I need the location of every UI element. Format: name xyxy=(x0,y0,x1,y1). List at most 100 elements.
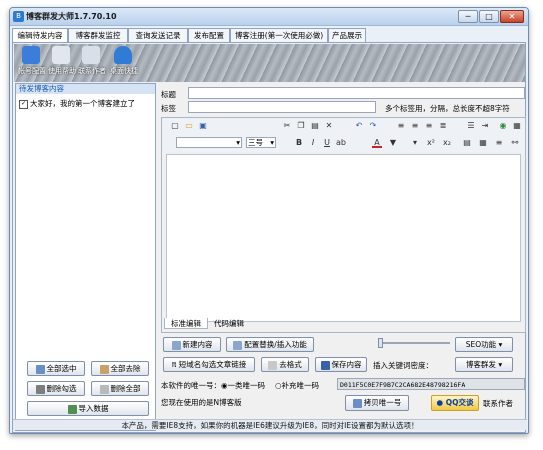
tab-send-monitor[interactable]: 博客群发监控 xyxy=(68,28,128,42)
delete-icon[interactable]: ✕ xyxy=(324,121,334,131)
hr-icon[interactable]: ≡ xyxy=(494,138,504,148)
contact-author-toolbar-button[interactable]: 联系作者 xyxy=(78,46,106,76)
list-item[interactable]: ✓ 大家好，我的第一个博客建立了 xyxy=(19,98,135,109)
tab-content: 帐号配置 使用帮助 联系作者 桌面快捷 待发博客内容 ✓ 大家好，我的第一个博客建… xyxy=(12,42,527,433)
blog-send-button[interactable]: 博客群发 ▾ xyxy=(455,357,513,372)
select-all-icon xyxy=(35,364,45,374)
indent-icon[interactable]: ⇥ xyxy=(480,121,490,131)
globe-icon[interactable]: ◉ xyxy=(498,121,508,131)
paste-icon[interactable]: ▤ xyxy=(310,121,320,131)
align-left-icon[interactable]: ≡ xyxy=(396,121,406,131)
remove-format-button[interactable]: 去格式 xyxy=(261,357,309,372)
seo-button[interactable]: SEO功能 ▾ xyxy=(455,337,513,352)
account-config-icon xyxy=(22,46,40,64)
bold-icon[interactable]: B xyxy=(294,138,304,148)
help-button[interactable]: 使用帮助 xyxy=(48,46,76,76)
tab-blog-register[interactable]: 博客注册(第一次使用必做) xyxy=(230,28,328,42)
align-center-icon[interactable]: ≡ xyxy=(410,121,420,131)
toolstrip: 帐号配置 使用帮助 联系作者 桌面快捷 xyxy=(14,44,525,82)
desktop-shortcut-button[interactable]: 桌面快捷 xyxy=(110,46,138,76)
checkbox[interactable]: ✓ xyxy=(19,99,28,109)
chevron-down-icon: ▾ xyxy=(498,360,503,369)
list-icon[interactable]: ☰ xyxy=(466,121,476,131)
main-window: B 博客群发大师1.7.70.10 ─ □ ✕ 编辑待发内容 博客群发监控 查询… xyxy=(9,7,529,434)
title-label: 标题 xyxy=(161,90,176,99)
version-note: 您现在使用的是N博客版 xyxy=(161,398,242,407)
license-option-2[interactable]: ○补充唯一码 xyxy=(275,380,319,391)
save-content-button[interactable]: 保存内容 xyxy=(315,357,367,372)
open-folder-icon[interactable]: ▭ xyxy=(184,121,194,131)
help-book-icon xyxy=(52,46,70,64)
align-right-icon[interactable]: ≡ xyxy=(424,121,434,131)
window-title: 博客群发大师1.7.70.10 xyxy=(26,12,117,21)
tab-edit-content[interactable]: 编辑待发内容 xyxy=(12,28,68,43)
remove-all-icon xyxy=(99,364,109,374)
contact-author-link[interactable]: 联系作者 xyxy=(483,398,513,409)
keyword-density-slider-track[interactable] xyxy=(378,342,450,344)
image-icon[interactable]: ▦ xyxy=(512,121,522,131)
title-input[interactable] xyxy=(188,87,525,99)
editor-content-area[interactable] xyxy=(166,154,521,322)
subscript-icon[interactable]: x₂ xyxy=(442,138,452,148)
tab-publish-config[interactable]: 发布配置 xyxy=(188,28,230,42)
cut-icon[interactable]: ✂ xyxy=(282,121,292,131)
editor-toolbar: ▢ ▭ ▣ ✂ ❐ ▤ ✕ ↶ ↷ ≡ ≡ ≡ ≣ ☰ ⇥ ◉ ▦ ▾ 三号▾ xyxy=(162,118,525,152)
keyword-density-slider-handle[interactable] xyxy=(378,338,383,348)
tab-code-edit[interactable]: 代码编辑 xyxy=(209,318,249,329)
font-name-select[interactable]: ▾ xyxy=(176,137,242,148)
license-option-1[interactable]: ◉一类唯一码 xyxy=(221,380,265,391)
rich-text-editor: ▢ ▭ ▣ ✂ ❐ ▤ ✕ ↶ ↷ ≡ ≡ ≡ ≣ ☰ ⇥ ◉ ▦ ▾ 三号▾ xyxy=(161,117,526,333)
qq-penguin-icon: ● xyxy=(436,398,444,407)
pending-blog-list: 待发博客内容 ✓ 大家好，我的第一个博客建立了 xyxy=(15,83,156,431)
tab-product-show[interactable]: 产品展示 xyxy=(328,28,366,42)
qq-chat-button[interactable]: ● QQ交谈 xyxy=(431,395,479,411)
remove-all-button[interactable]: 全部去除 xyxy=(91,361,149,376)
save-icon xyxy=(320,360,330,370)
account-config-button[interactable]: 帐号配置 xyxy=(18,46,46,76)
delete-checked-button[interactable]: 删除勾选 xyxy=(27,381,85,396)
import-data-button[interactable]: 导入数据 xyxy=(27,401,149,416)
tab-design-edit[interactable]: 标准编辑 xyxy=(164,318,208,329)
close-button[interactable]: ✕ xyxy=(500,10,524,23)
dropdown-arrow-icon[interactable]: ▾ xyxy=(410,138,420,148)
delete-all-button[interactable]: 删除全部 xyxy=(91,381,149,396)
desktop-shortcut-icon xyxy=(114,46,132,64)
new-content-button[interactable]: 新建内容 xyxy=(163,337,221,352)
title-bar[interactable]: B 博客群发大师1.7.70.10 ─ □ ✕ xyxy=(10,8,528,26)
font-color-icon[interactable]: A xyxy=(372,138,382,148)
redo-icon[interactable]: ↷ xyxy=(368,121,378,131)
contact-author-icon xyxy=(82,46,100,64)
chevron-down-icon: ▾ xyxy=(498,340,503,349)
font-size-select[interactable]: 三号 ▾ xyxy=(246,137,276,148)
copy-license-button[interactable]: 拷贝唯一号 xyxy=(345,395,409,411)
minimize-button[interactable]: ─ xyxy=(458,10,478,23)
delete-checked-icon xyxy=(35,384,45,394)
config-replace-button[interactable]: 配置替换/插入功能 xyxy=(226,337,314,352)
insert-symbol-icon[interactable]: ▤ xyxy=(462,138,472,148)
config-replace-icon xyxy=(233,340,243,350)
italic-icon[interactable]: I xyxy=(308,138,318,148)
tags-input[interactable] xyxy=(188,101,376,113)
short-link-button[interactable]: π 短域名勾选文章链接 xyxy=(163,357,255,372)
highlight-icon[interactable]: ▼ xyxy=(388,138,398,148)
justify-icon[interactable]: ≣ xyxy=(438,121,448,131)
maximize-button[interactable]: □ xyxy=(479,10,499,23)
superscript-icon[interactable]: x² xyxy=(426,138,436,148)
select-all-button[interactable]: 全部选中 xyxy=(27,361,85,376)
license-code-field[interactable]: D011F5C0E7F9B7C2CA682E48798216FA xyxy=(337,378,525,390)
underline-icon[interactable]: U xyxy=(322,138,332,148)
app-icon: B xyxy=(13,11,24,22)
undo-icon[interactable]: ↶ xyxy=(354,121,364,131)
tags-hint: 多个标签用，分隔，总长度不超8字符 xyxy=(385,104,510,113)
insert-keyword-label: 插入关键词密度： xyxy=(373,361,433,370)
license-label: 本软件的唯一号： xyxy=(161,381,221,390)
strikethrough-icon[interactable]: ab xyxy=(336,138,346,148)
chevron-down-icon: ▾ xyxy=(236,138,240,147)
copy-icon[interactable]: ❐ xyxy=(296,121,306,131)
new-doc-icon[interactable]: ▢ xyxy=(170,121,180,131)
table-icon[interactable]: ▦ xyxy=(478,138,488,148)
tab-send-records[interactable]: 查询发送记录 xyxy=(128,28,188,42)
new-content-icon xyxy=(171,340,181,350)
link-icon[interactable]: ⚯ xyxy=(510,138,520,148)
save-icon[interactable]: ▣ xyxy=(198,121,208,131)
